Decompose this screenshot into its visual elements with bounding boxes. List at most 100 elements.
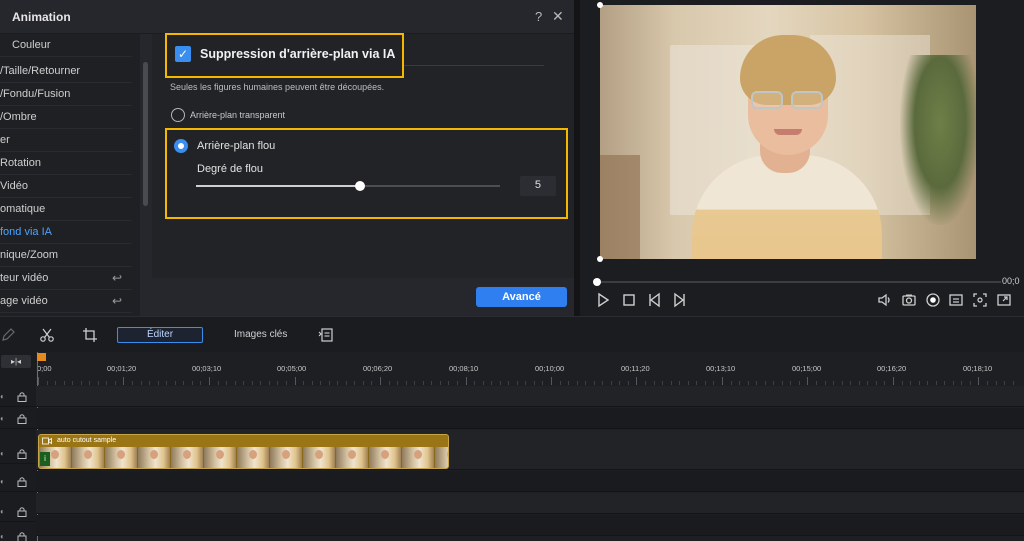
ruler-tick [149,381,150,385]
subtitle-icon[interactable] [948,292,964,308]
advanced-button[interactable]: Avancé [476,287,567,307]
video-preview[interactable] [600,5,976,259]
eye-icon[interactable]: ◐ [0,507,5,516]
menu-item-color[interactable]: Couleur [0,34,132,57]
ruler-tick [636,377,637,385]
ruler-tick [55,381,56,385]
clip-thumbnail [336,447,368,468]
volume-icon[interactable] [877,292,893,308]
track-row[interactable] [36,515,1024,536]
ruler-tick [106,381,107,385]
menu-item-fade-blend[interactable]: /Fondu/Fusion [0,83,132,106]
slider-thumb[interactable] [355,181,365,191]
fit-timeline-button[interactable]: ▸|◂ [1,355,31,368]
transparent-background-label[interactable]: Arrière-plan transparent [190,110,285,120]
prev-frame-icon[interactable] [647,292,663,308]
eye-icon[interactable]: ◐ [0,449,5,458]
ruler-tick [756,381,757,385]
lock-icon[interactable] [17,506,27,517]
blur-background-label[interactable]: Arrière-plan flou [197,140,275,152]
back-arrow-icon[interactable]: ↩ [112,271,122,285]
menu-item-shadow[interactable]: /Ombre [0,106,132,129]
playhead-marker[interactable] [37,353,46,361]
ruler-tick [260,381,261,385]
menu-item-label: /Fondu/Fusion [0,88,71,100]
ruler-tick [884,381,885,385]
crop-icon[interactable] [972,292,988,308]
ruler-tick [277,381,278,385]
keyframes-button[interactable]: Images clés [234,329,287,340]
ruler-tick [919,381,920,385]
menu-scrollbar[interactable] [143,62,148,206]
menu-item-filter[interactable]: er [0,129,132,152]
menu-item-size-flip[interactable]: /Taille/Retourner [0,60,132,83]
playback-progress-thumb[interactable] [593,278,601,286]
help-icon[interactable]: ? [535,9,542,24]
lock-icon[interactable] [17,531,27,541]
menu-item-rotation[interactable]: Rotation [0,152,132,175]
track-row[interactable] [36,386,1024,407]
track-row[interactable] [36,408,1024,429]
close-icon[interactable]: ✕ [552,8,564,25]
blur-degree-slider[interactable] [196,181,500,191]
menu-item-video-player[interactable]: teur vidéo ↩ [0,267,132,290]
ruler-tick-label: 00;13;10 [706,364,736,373]
menu-item-video-image[interactable]: age vidéo ↩ [0,290,132,313]
snapshot-icon[interactable] [901,292,917,308]
eye-icon[interactable]: ◐ [0,532,5,541]
eye-icon[interactable]: ◐ [0,414,5,423]
play-icon[interactable] [595,292,611,308]
ruler-tick [166,381,167,385]
transparent-background-radio[interactable] [171,108,185,122]
ruler-tick [893,377,894,385]
clip-info-badge[interactable]: i [40,452,50,466]
ruler-tick [654,381,655,385]
time-readout: 00;0 [1002,276,1020,286]
ruler-tick [850,381,851,385]
resize-handle[interactable] [597,256,603,262]
ruler-tick [38,377,39,385]
ai-removal-checkbox[interactable]: ✓ [175,46,191,62]
pen-icon[interactable] [0,327,16,343]
menu-item-auto[interactable]: omatique [0,198,132,221]
ruler-tick [320,381,321,385]
playback-progress-bar[interactable] [597,281,1001,283]
stop-icon[interactable] [621,292,637,308]
ruler-tick [141,381,142,385]
fullscreen-icon[interactable] [996,292,1012,308]
edit-button[interactable]: Éditer [117,327,203,343]
video-clip[interactable]: auto cutout sample [38,434,449,469]
clip-thumbnail [237,447,269,468]
ruler-tick [910,381,911,385]
ruler-tick [602,381,603,385]
track-row[interactable] [36,471,1024,492]
ruler-tick [431,381,432,385]
eye-icon[interactable]: ◐ [0,392,5,401]
menu-item-video[interactable]: Vidéo [0,175,132,198]
back-arrow-icon[interactable]: ↩ [112,294,122,308]
scissors-icon[interactable] [39,327,55,343]
lock-icon[interactable] [17,413,27,424]
ruler-tick [953,381,954,385]
lock-icon[interactable] [17,476,27,487]
eye-icon[interactable]: ◐ [0,477,5,486]
next-frame-icon[interactable] [671,292,687,308]
track-row[interactable] [36,493,1024,514]
crop-tool-icon[interactable] [82,327,98,343]
ruler-tick [508,381,509,385]
menu-item-pan-zoom[interactable]: nique/Zoom [0,244,132,267]
menu-item-ai-background[interactable]: fond via IA [0,221,132,244]
track-header: ◐ [0,386,36,407]
blur-background-radio[interactable] [174,139,188,153]
ruler-tick [312,381,313,385]
blur-degree-value[interactable]: 5 [520,176,556,196]
ai-removal-label[interactable]: Suppression d'arrière-plan via IA [200,47,395,61]
record-icon[interactable] [925,292,941,308]
ruler-tick [406,381,407,385]
ruler-tick [123,377,124,385]
lock-icon[interactable] [17,391,27,402]
ruler-tick [542,381,543,385]
keyframe-list-icon[interactable] [318,327,334,343]
lock-icon[interactable] [17,448,27,459]
resize-handle[interactable] [597,2,603,8]
